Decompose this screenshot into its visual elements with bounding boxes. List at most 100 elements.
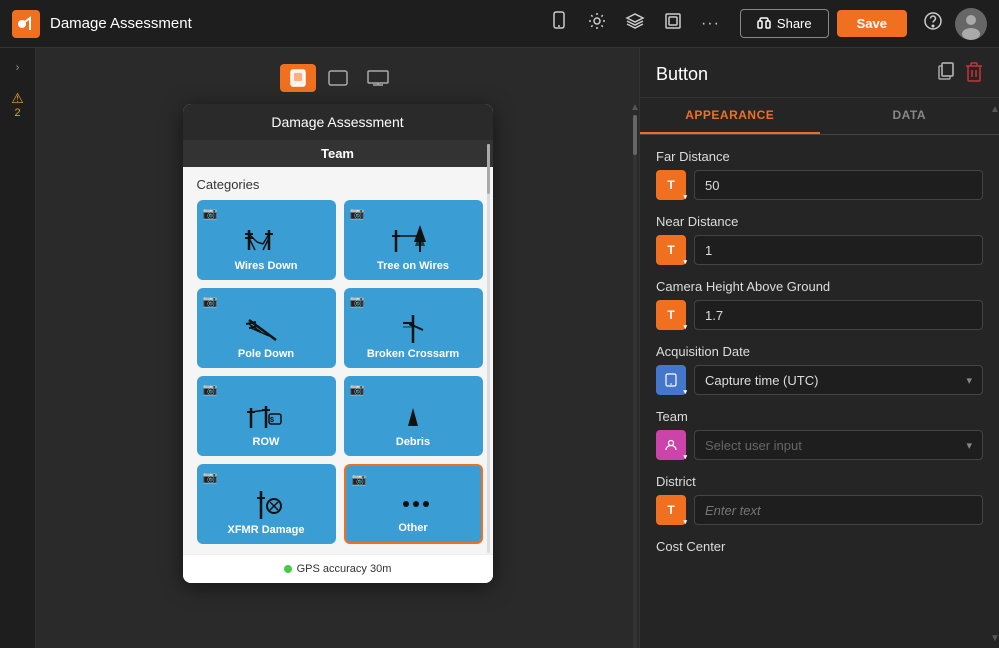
- far-distance-type-btn[interactable]: T ▾: [656, 170, 686, 200]
- share-label: Share: [777, 16, 812, 31]
- card-debris[interactable]: 📷 Debris: [344, 376, 483, 456]
- panel-title: Button: [656, 64, 708, 85]
- camera-height-field: Camera Height Above Ground T ▾: [656, 279, 983, 330]
- card-wires-down[interactable]: 📷: [197, 200, 336, 280]
- card-pole-down[interactable]: 📷 Pole Down: [197, 288, 336, 368]
- card-label-2: Pole Down: [238, 348, 294, 360]
- cam-icon-4: 📷: [203, 382, 218, 396]
- tab-appearance[interactable]: APPEARANCE: [640, 98, 820, 134]
- camera-height-chevron: ▾: [683, 323, 687, 331]
- district-label: District: [656, 474, 983, 489]
- card-xfmr[interactable]: 📷 XFMR Damage: [197, 464, 336, 544]
- panel-tabs: APPEARANCE DATA: [640, 98, 999, 135]
- camera-height-label: Camera Height Above Ground: [656, 279, 983, 294]
- team-type-chevron: ▾: [683, 453, 687, 461]
- acquisition-date-type-btn[interactable]: ▾: [656, 365, 686, 395]
- right-scrollbar: ▲ ▼: [991, 100, 999, 648]
- far-distance-type-label: T: [667, 178, 674, 192]
- canvas-area: ▲ ▼ Damage Assessment Team Categories: [36, 48, 639, 648]
- scroll-down-arrow[interactable]: ▼: [990, 633, 999, 644]
- camera-height-input[interactable]: [694, 300, 983, 330]
- broken-crossarm-icon: [388, 310, 438, 348]
- row-icon: $: [241, 398, 291, 436]
- far-distance-input[interactable]: [694, 170, 983, 200]
- categories-label: Categories: [197, 177, 483, 192]
- panel-delete-icon[interactable]: [965, 62, 983, 87]
- card-label-3: Broken Crossarm: [367, 348, 459, 360]
- sidebar-expand-btn[interactable]: ›: [12, 56, 24, 78]
- team-type-btn[interactable]: ▾: [656, 430, 686, 460]
- district-field: District T ▾: [656, 474, 983, 525]
- phone-mockup: Damage Assessment Team Categories 📷: [183, 104, 493, 583]
- scroll-up-arrow[interactable]: ▲: [990, 104, 999, 115]
- near-distance-chevron: ▾: [683, 258, 687, 266]
- cam-icon-1: 📷: [350, 206, 365, 220]
- more-icon[interactable]: ···: [701, 15, 720, 33]
- card-label-4: ROW: [253, 436, 280, 448]
- district-input[interactable]: [694, 495, 983, 525]
- cam-icon-7: 📷: [352, 472, 367, 486]
- tab-data[interactable]: DATA: [820, 98, 999, 134]
- team-placeholder: Select user input: [705, 438, 802, 453]
- acq-date-chevron: ▾: [683, 388, 687, 396]
- phone-small-icon: [664, 373, 678, 387]
- device-tablet-btn[interactable]: [320, 64, 356, 92]
- share-button[interactable]: Share: [740, 9, 829, 38]
- acquisition-date-row: ▾ Capture time (UTC) ▾: [656, 365, 983, 395]
- device-phone-btn[interactable]: [280, 64, 316, 92]
- card-tree-wires[interactable]: 📷 Tree on Wires: [344, 200, 483, 280]
- district-type-chevron: ▾: [683, 518, 687, 526]
- card-broken-crossarm[interactable]: 📷 Broken Crossarm: [344, 288, 483, 368]
- user-input-icon: [664, 438, 678, 452]
- card-label-1: Tree on Wires: [377, 260, 449, 272]
- camera-height-type-btn[interactable]: T ▾: [656, 300, 686, 330]
- gps-dot: [284, 565, 292, 573]
- user-avatar[interactable]: [955, 8, 987, 40]
- mobile-icon[interactable]: [549, 11, 569, 36]
- phone-subheader: Team: [183, 140, 493, 167]
- categories-grid: 📷: [197, 200, 483, 544]
- camera-height-type-label: T: [667, 308, 674, 322]
- near-distance-row: T ▾: [656, 235, 983, 265]
- device-toolbar: [280, 64, 396, 92]
- phone-header: Damage Assessment: [183, 104, 493, 140]
- acquisition-date-value: Capture time (UTC): [705, 373, 818, 388]
- frame-icon[interactable]: [663, 11, 683, 36]
- phone-body: Categories 📷: [183, 167, 493, 554]
- far-distance-chevron: ▾: [683, 193, 687, 201]
- card-label-5: Debris: [396, 436, 430, 448]
- near-distance-input[interactable]: [694, 235, 983, 265]
- main-layout: › ⚠ 2 ▲ ▼: [0, 48, 999, 648]
- district-type-btn[interactable]: T ▾: [656, 495, 686, 525]
- other-icon: [388, 484, 438, 522]
- panel-copy-icon[interactable]: [935, 62, 955, 87]
- settings-icon[interactable]: [587, 11, 607, 36]
- wires-down-icon: [241, 222, 291, 260]
- gps-text: GPS accuracy 30m: [297, 563, 392, 575]
- cam-icon-0: 📷: [203, 206, 218, 220]
- phone-footer: GPS accuracy 30m: [183, 554, 493, 583]
- panel-content: Far Distance T ▾ Near Distance T ▾: [640, 135, 999, 648]
- card-other[interactable]: 📷 Other: [344, 464, 483, 544]
- far-distance-label: Far Distance: [656, 149, 983, 164]
- help-icon[interactable]: [923, 11, 943, 36]
- team-select[interactable]: Select user input ▾: [694, 430, 983, 460]
- phone-title: Damage Assessment: [271, 114, 403, 130]
- app-logo: [12, 10, 40, 38]
- layers-icon[interactable]: [625, 11, 645, 36]
- cam-icon-2: 📷: [203, 294, 218, 308]
- district-row: T ▾: [656, 495, 983, 525]
- far-distance-row: T ▾: [656, 170, 983, 200]
- acquisition-date-label: Acquisition Date: [656, 344, 983, 359]
- team-field: Team ▾ Select user input ▾: [656, 409, 983, 460]
- cam-icon-6: 📷: [203, 470, 218, 484]
- card-row[interactable]: 📷 $ ROW: [197, 376, 336, 456]
- tree-wires-icon: [388, 222, 438, 260]
- device-desktop-btn[interactable]: [360, 64, 396, 92]
- save-button[interactable]: Save: [837, 10, 907, 37]
- app-title: Damage Assessment: [50, 15, 549, 32]
- near-distance-type-btn[interactable]: T ▾: [656, 235, 686, 265]
- acquisition-date-select[interactable]: Capture time (UTC) ▾: [694, 365, 983, 395]
- left-sidebar: › ⚠ 2: [0, 48, 36, 648]
- right-panel: Button APPEARANCE DATA Far Distance: [639, 48, 999, 648]
